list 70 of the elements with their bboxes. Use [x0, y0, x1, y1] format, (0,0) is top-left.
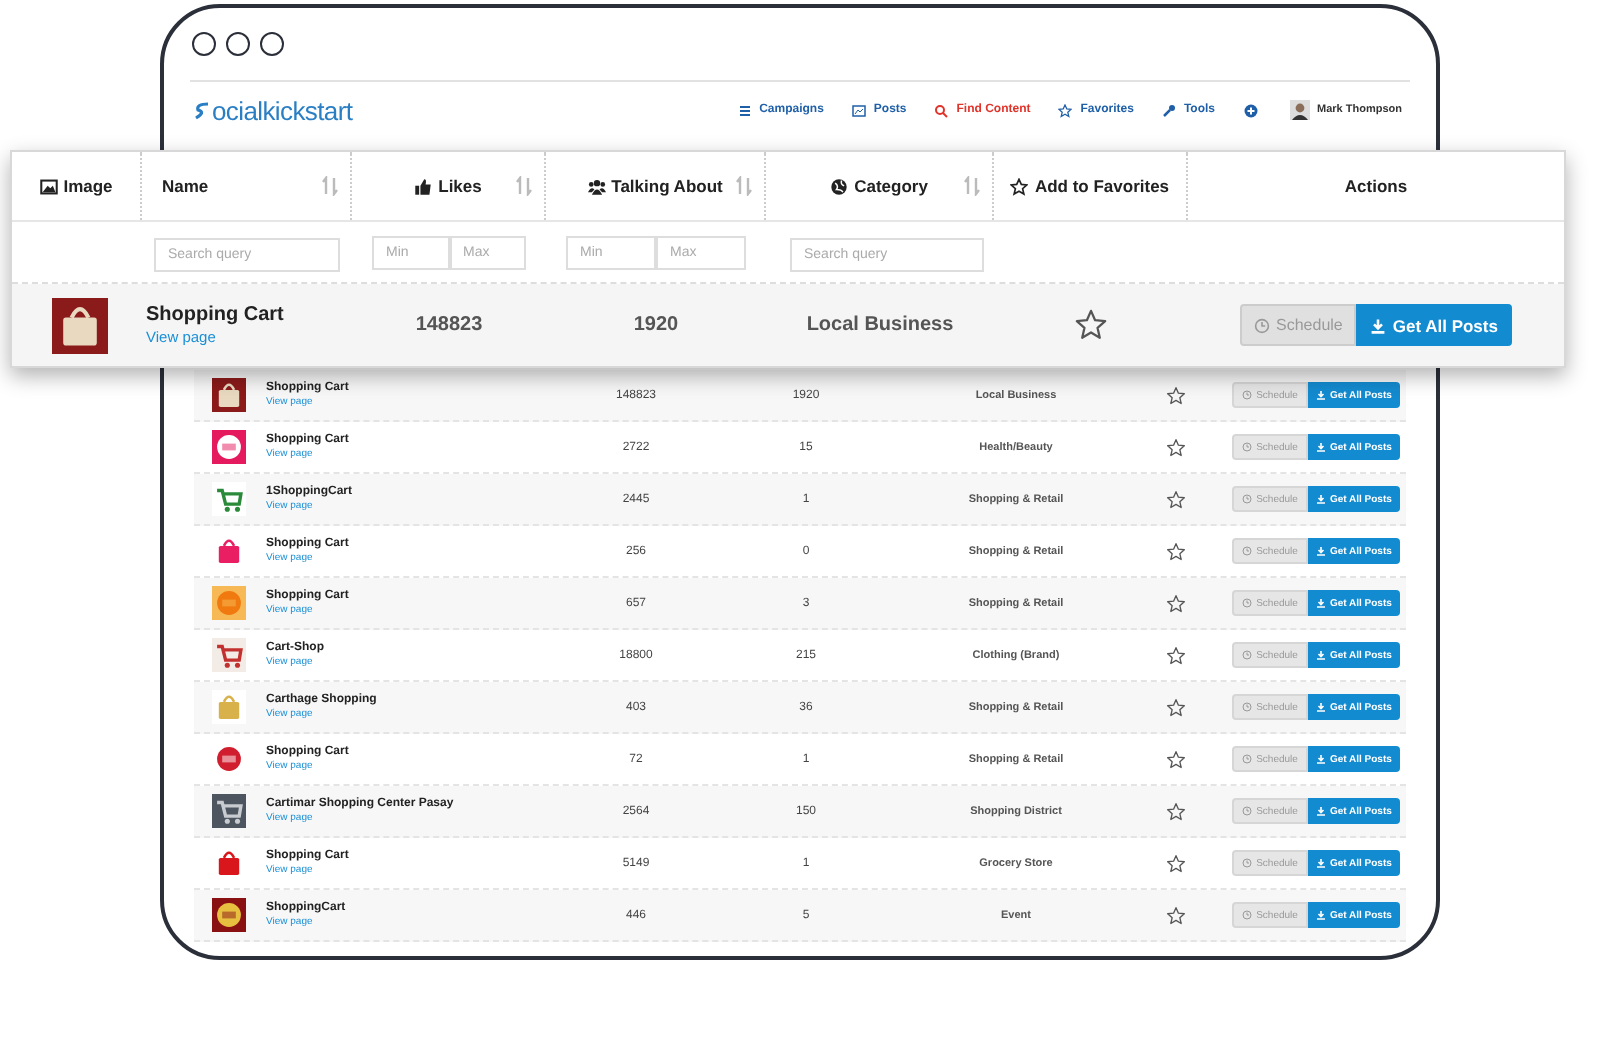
clock-icon — [1242, 702, 1253, 712]
star-icon[interactable] — [1166, 645, 1186, 665]
window-dot — [260, 32, 284, 56]
star-icon[interactable] — [1166, 749, 1186, 769]
download-icon — [1315, 494, 1326, 504]
logo-text: ocialkickstart — [212, 95, 353, 125]
download-icon — [1315, 858, 1326, 868]
download-icon — [1315, 546, 1326, 556]
window-dot — [226, 32, 250, 56]
clock-icon — [1242, 806, 1253, 816]
star-icon[interactable] — [1166, 541, 1186, 561]
clock-icon — [1254, 317, 1271, 333]
window-dot — [192, 32, 216, 56]
column-label: Talking About — [611, 176, 723, 196]
likes-count: 148823 — [413, 314, 485, 336]
clock-icon — [1242, 390, 1253, 400]
column-header[interactable]: Category — [766, 152, 994, 220]
star-icon[interactable] — [1166, 489, 1186, 509]
column-header[interactable]: Image — [12, 152, 142, 220]
clock-icon — [1242, 858, 1253, 868]
schedule-button[interactable]: Schedule — [1240, 304, 1357, 346]
clock-icon — [1242, 910, 1253, 920]
star-icon[interactable] — [1166, 437, 1186, 457]
download-icon — [1370, 317, 1387, 333]
clock-icon — [1242, 598, 1253, 608]
column-header[interactable]: Name — [142, 152, 352, 220]
star-icon[interactable] — [1166, 593, 1186, 613]
list-icon — [737, 103, 752, 117]
column-header[interactable]: Add to Favorites — [994, 152, 1188, 220]
download-icon — [1315, 806, 1326, 816]
star-icon — [1010, 177, 1029, 195]
star-icon[interactable] — [1074, 308, 1108, 342]
star-icon[interactable] — [1166, 385, 1186, 405]
clock-icon — [1242, 650, 1253, 660]
column-header[interactable]: Actions — [1188, 152, 1564, 220]
star-icon — [1058, 103, 1073, 117]
download-icon — [1315, 598, 1326, 608]
group-icon — [587, 177, 606, 195]
star-icon[interactable] — [1166, 801, 1186, 821]
column-header[interactable]: Talking About — [546, 152, 766, 220]
star-icon[interactable] — [1166, 697, 1186, 717]
column-label: Add to Favorites — [1034, 176, 1170, 196]
globe-icon — [830, 177, 849, 195]
star-icon[interactable] — [1166, 905, 1186, 925]
download-icon — [1315, 650, 1326, 660]
avatar-icon — [1289, 100, 1310, 120]
download-icon — [1315, 442, 1326, 452]
plus-icon[interactable] — [1243, 103, 1258, 117]
column-label: Category — [854, 176, 928, 196]
swoosh-icon — [194, 100, 210, 120]
page-name: Shopping Cart — [146, 304, 286, 326]
column-label: Likes — [438, 176, 482, 196]
column-label: Name — [162, 176, 209, 196]
clock-icon — [1242, 754, 1253, 764]
get-all-posts-button[interactable]: Get All Posts — [1356, 304, 1512, 346]
column-label: Image — [63, 176, 113, 196]
download-icon — [1315, 910, 1326, 920]
talking-about-count: 1920 — [631, 314, 681, 336]
search-icon — [934, 103, 949, 117]
download-icon — [1315, 754, 1326, 764]
clock-icon — [1242, 546, 1253, 556]
download-icon — [1315, 390, 1326, 400]
star-icon[interactable] — [1166, 853, 1186, 873]
clock-icon — [1242, 494, 1253, 504]
download-icon — [1315, 702, 1326, 712]
category-text: Local Business — [804, 314, 956, 336]
clock-icon — [1242, 442, 1253, 452]
column-label: Actions — [1344, 176, 1408, 196]
thumbs-up-icon — [414, 177, 433, 195]
column-header[interactable]: Likes — [352, 152, 546, 220]
